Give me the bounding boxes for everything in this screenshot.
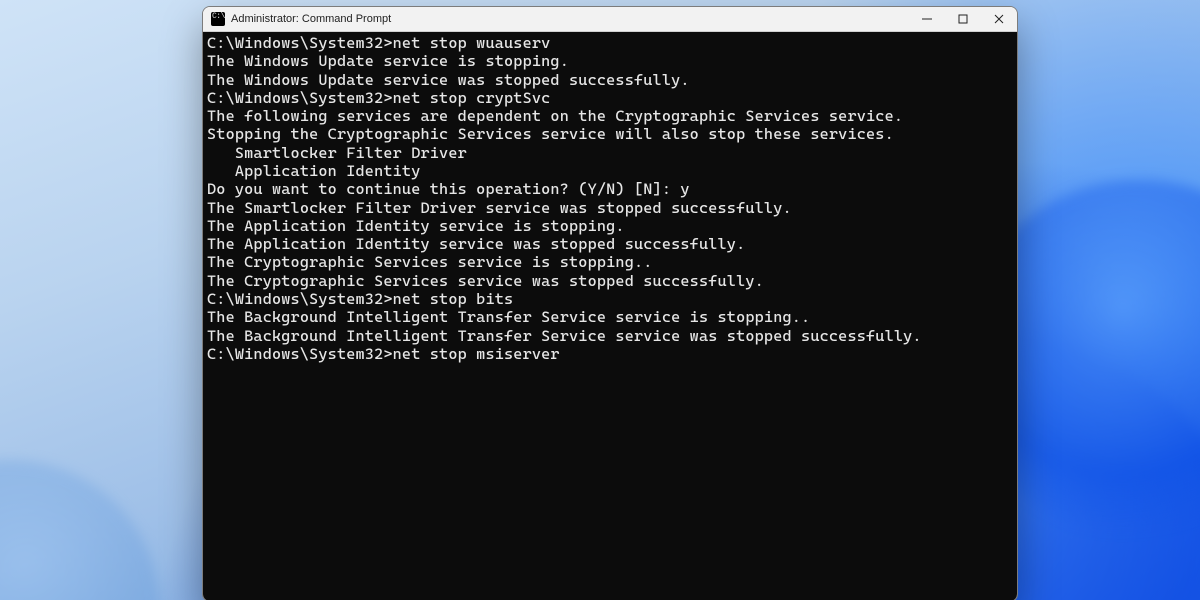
terminal-line: The Background Intelligent Transfer Serv… [207, 308, 1013, 326]
terminal-line: C:\Windows\System32>net stop bits [207, 290, 1013, 308]
wallpaper-petal [0, 460, 160, 600]
terminal-line: The following services are dependent on … [207, 107, 1013, 125]
window-title: Administrator: Command Prompt [231, 13, 391, 25]
terminal-line: The Smartlocker Filter Driver service wa… [207, 199, 1013, 217]
cmd-icon [211, 12, 225, 26]
terminal-line: The Background Intelligent Transfer Serv… [207, 327, 1013, 345]
terminal-line: Do you want to continue this operation? … [207, 180, 1013, 198]
command-prompt-window: Administrator: Command Prompt C:\Windows… [202, 6, 1018, 600]
terminal-line: The Application Identity service was sto… [207, 235, 1013, 253]
terminal-line: Application Identity [207, 162, 1013, 180]
maximize-button[interactable] [945, 7, 981, 31]
terminal-line: Stopping the Cryptographic Services serv… [207, 125, 1013, 143]
terminal-line: The Application Identity service is stop… [207, 217, 1013, 235]
terminal-line: The Windows Update service is stopping. [207, 52, 1013, 70]
titlebar[interactable]: Administrator: Command Prompt [203, 7, 1017, 32]
terminal-line: C:\Windows\System32>net stop cryptSvc [207, 89, 1013, 107]
terminal-line: The Windows Update service was stopped s… [207, 71, 1013, 89]
terminal-line: C:\Windows\System32>net stop wuauserv [207, 34, 1013, 52]
terminal-line: Smartlocker Filter Driver [207, 144, 1013, 162]
minimize-button[interactable] [909, 7, 945, 31]
terminal-line: The Cryptographic Services service was s… [207, 272, 1013, 290]
desktop-wallpaper: Administrator: Command Prompt C:\Windows… [0, 0, 1200, 600]
close-button[interactable] [981, 7, 1017, 31]
terminal-line: The Cryptographic Services service is st… [207, 253, 1013, 271]
terminal-output[interactable]: C:\Windows\System32>net stop wuauservThe… [203, 32, 1017, 600]
terminal-line: C:\Windows\System32>net stop msiserver [207, 345, 1013, 363]
